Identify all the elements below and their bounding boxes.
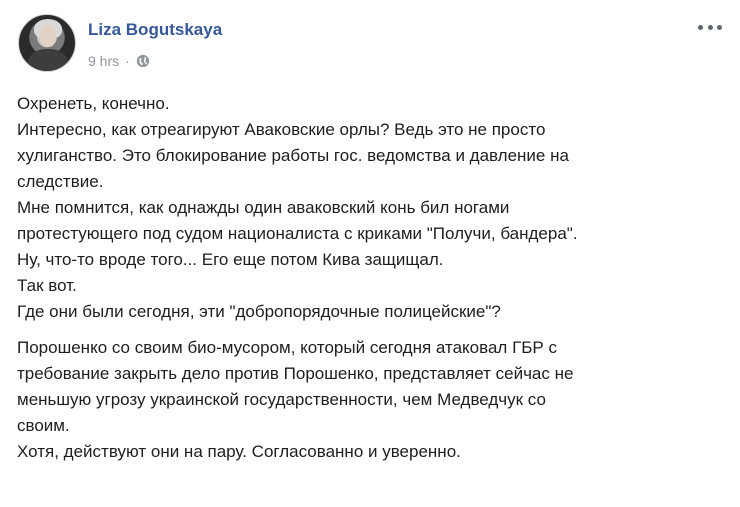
post-line: Порошенко со своим био-мусором, который … [17, 338, 557, 357]
post-paragraph: Порошенко со своим био-мусором, который … [17, 335, 727, 465]
post-line: Так вот. [17, 276, 77, 295]
more-options-icon[interactable] [698, 20, 722, 34]
post-line: хулиганство. Это блокирование работы гос… [17, 146, 569, 165]
avatar-body [28, 49, 68, 71]
post-content: Охренеть, конечно. Интересно, как отреаг… [17, 91, 727, 465]
globe-icon[interactable] [136, 54, 150, 68]
avatar-face [40, 25, 56, 47]
more-dot [707, 24, 713, 30]
avatar[interactable] [18, 14, 76, 72]
post-line: Интересно, как отреагируют Аваковские ор… [17, 120, 546, 139]
post-meta: 9 hrs · [88, 52, 150, 70]
meta-separator: · [125, 53, 130, 69]
post-line: Хотя, действуют они на пару. Согласованн… [17, 442, 461, 461]
post-line: требование закрыть дело против Порошенко… [17, 364, 574, 383]
post-line: меньшую угрозу украинской государственно… [17, 390, 546, 409]
more-dot [698, 24, 703, 30]
author-name[interactable]: Liza Bogutskaya [88, 20, 222, 40]
post-line: протестующего под судом националиста с к… [17, 224, 578, 243]
post-header: Liza Bogutskaya 9 hrs · [18, 14, 722, 78]
post-line: своим. [17, 416, 70, 435]
post-paragraph: Охренеть, конечно. Интересно, как отреаг… [17, 91, 727, 325]
facebook-post: Liza Bogutskaya 9 hrs · Охренеть, конечн… [0, 0, 740, 507]
post-line: Где они были сегодня, эти "добропорядочн… [17, 302, 501, 321]
post-line: Охренеть, конечно. [17, 94, 170, 113]
post-line: Мне помнится, как однажды один аваковски… [17, 198, 510, 217]
more-dot [717, 24, 722, 30]
post-line: Ну, что-то вроде того... Его еще потом К… [17, 250, 444, 269]
post-timestamp[interactable]: 9 hrs [88, 53, 119, 69]
post-line: следствие. [17, 172, 104, 191]
